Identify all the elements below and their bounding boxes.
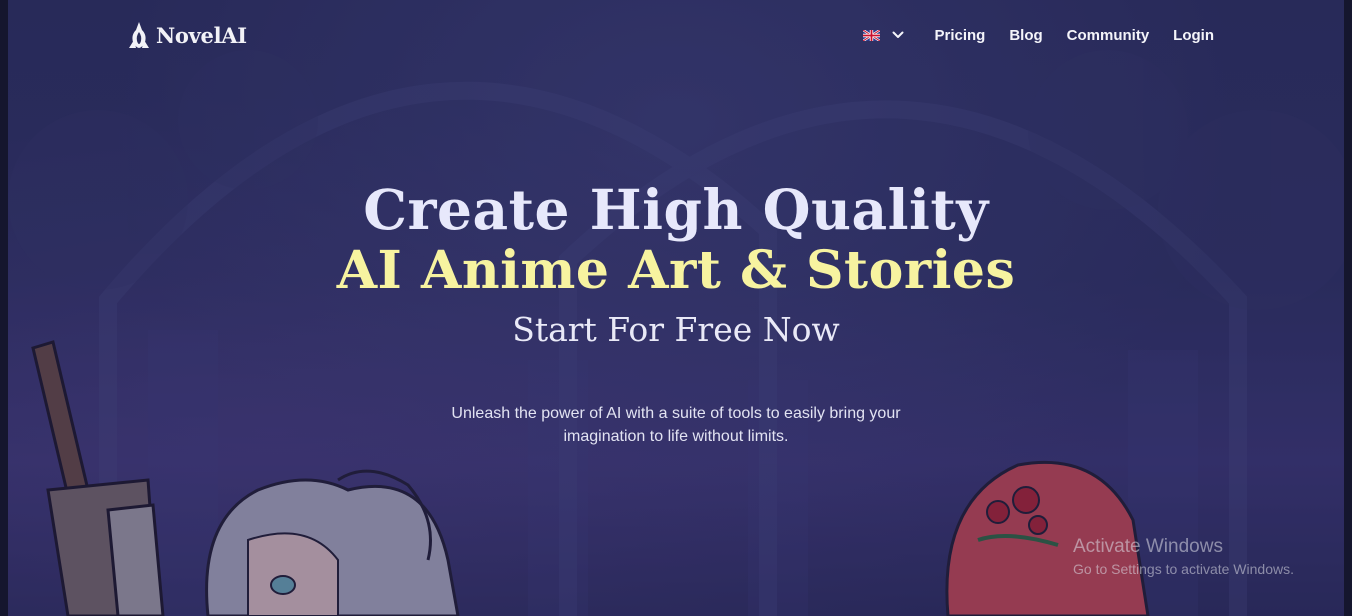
language-selector[interactable] bbox=[863, 29, 904, 41]
landing-page: NovelAI Pricing Blog Community Login Cre… bbox=[0, 0, 1352, 616]
hero-title-line1: Create High Quality bbox=[363, 177, 989, 242]
uk-flag-icon bbox=[863, 29, 881, 41]
hero-section: Create High Quality AI Anime Art & Stori… bbox=[8, 178, 1344, 448]
logo[interactable]: NovelAI bbox=[128, 21, 247, 49]
activate-windows-watermark: Activate Windows Go to Settings to activ… bbox=[1073, 536, 1294, 580]
hero-title-line2: AI Anime Art & Stories bbox=[336, 240, 1016, 301]
hero-subtitle: Start For Free Now bbox=[512, 310, 840, 349]
nav-link-login[interactable]: Login bbox=[1173, 27, 1214, 44]
top-navigation: NovelAI Pricing Blog Community Login bbox=[128, 18, 1214, 52]
nav-links: Pricing Blog Community Login bbox=[863, 27, 1214, 44]
nav-link-pricing[interactable]: Pricing bbox=[934, 27, 985, 44]
logo-text: NovelAI bbox=[156, 22, 247, 48]
nav-link-blog[interactable]: Blog bbox=[1009, 27, 1042, 44]
watermark-subtitle: Go to Settings to activate Windows. bbox=[1073, 561, 1294, 577]
nav-link-community[interactable]: Community bbox=[1067, 27, 1150, 44]
novelai-logo-icon bbox=[129, 22, 149, 48]
watermark-title: Activate Windows bbox=[1073, 536, 1223, 557]
hero-description: Unleash the power of AI with a suite of … bbox=[451, 405, 901, 445]
chevron-down-icon bbox=[892, 31, 904, 38]
